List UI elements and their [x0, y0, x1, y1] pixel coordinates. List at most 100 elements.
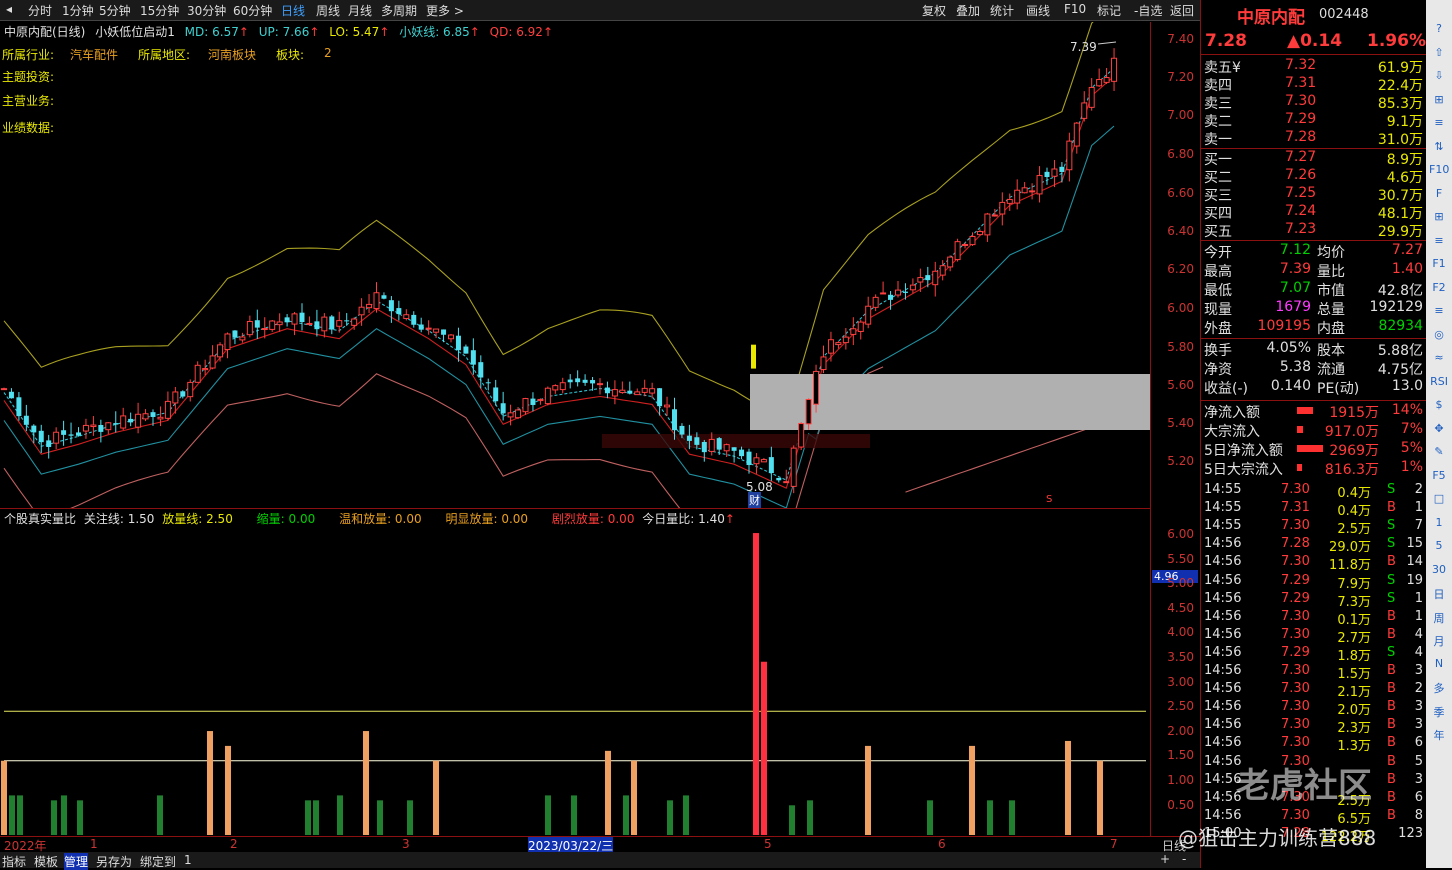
- toolbar-btn-6[interactable]: -自选: [1134, 2, 1162, 19]
- side-icon-7[interactable]: F: [1429, 187, 1449, 203]
- candle-body: [917, 277, 924, 283]
- sub-ytick: 5.00: [1167, 576, 1194, 591]
- side-icon-28[interactable]: 多: [1429, 680, 1449, 696]
- candle-body: [597, 383, 603, 386]
- side-icon-22[interactable]: 5: [1429, 539, 1449, 555]
- toolbar-btn-1[interactable]: 叠加: [956, 2, 980, 19]
- period-8[interactable]: 月线: [348, 2, 372, 19]
- period-4[interactable]: 30分钟: [187, 2, 226, 19]
- candle-body: [202, 368, 209, 371]
- candle-body: [1111, 57, 1118, 82]
- region-value[interactable]: 河南板块: [208, 46, 256, 63]
- period-3[interactable]: 15分钟: [140, 2, 179, 19]
- candle-body: [8, 391, 14, 399]
- stats2-l1: 收益(-): [1204, 381, 1248, 397]
- sub-indicator-name[interactable]: 个股真实量比: [4, 512, 76, 526]
- candle-body: [478, 362, 484, 378]
- side-icon-8[interactable]: ⊞: [1429, 210, 1449, 226]
- volume-ratio-bar: [51, 800, 57, 835]
- side-icon-15[interactable]: RSI: [1429, 375, 1449, 391]
- side-icon-29[interactable]: 季: [1429, 704, 1449, 720]
- trade-price: 7.29: [1281, 644, 1310, 660]
- side-icon-18[interactable]: ✎: [1429, 445, 1449, 461]
- board-value[interactable]: 2: [324, 46, 332, 60]
- md-value: MD: 6.57: [184, 25, 239, 39]
- period-1[interactable]: 1分钟: [62, 2, 94, 19]
- side-icon-11[interactable]: F2: [1429, 281, 1449, 297]
- bottom-tab-3[interactable]: 另存为: [96, 853, 132, 870]
- trade-row: 14:56 7.30 1.3万 B 6: [1201, 735, 1427, 754]
- side-icon-6[interactable]: F10: [1429, 163, 1449, 179]
- candle-body: [976, 231, 983, 236]
- toolbar-btn-3[interactable]: 画线: [1026, 2, 1050, 19]
- side-icon-10[interactable]: F1: [1429, 257, 1449, 273]
- bottom-tab-4[interactable]: 绑定到: [140, 853, 176, 870]
- period-0[interactable]: 分时: [28, 2, 52, 19]
- trade-vol: 1.5万: [1337, 667, 1371, 682]
- trade-side: S: [1387, 518, 1396, 534]
- bottom-tab-2[interactable]: 管理: [64, 853, 89, 870]
- side-icon-25[interactable]: 周: [1429, 610, 1449, 626]
- side-icon-26[interactable]: 月: [1429, 633, 1449, 649]
- candle-body: [500, 403, 506, 414]
- toolbar-btn-2[interactable]: 统计: [990, 2, 1014, 19]
- trade-time: 14:55: [1204, 500, 1242, 516]
- bottom-right-btn-1[interactable]: -: [1182, 852, 1186, 866]
- side-icon-30[interactable]: 年: [1429, 727, 1449, 743]
- candle-body: [716, 438, 722, 450]
- side-icon-21[interactable]: 1: [1429, 516, 1449, 532]
- side-icon-20[interactable]: □: [1429, 492, 1449, 508]
- side-icon-14[interactable]: ≈: [1429, 351, 1449, 367]
- volume-ratio-bar: [225, 745, 231, 835]
- bottom-tab-1[interactable]: 模板: [34, 853, 58, 870]
- side-icon-9[interactable]: ≡: [1429, 234, 1449, 250]
- side-icon-3[interactable]: ⊞: [1429, 93, 1449, 109]
- stats2-l2: 流通: [1317, 362, 1345, 378]
- stats-v1: 109195: [1257, 318, 1311, 334]
- side-icon-12[interactable]: ≡: [1429, 304, 1449, 320]
- indicator-name[interactable]: 小妖低位启动1: [95, 25, 175, 39]
- side-icon-23[interactable]: 30: [1429, 563, 1449, 579]
- side-icon-17[interactable]: ✥: [1429, 422, 1449, 438]
- industry-value[interactable]: 汽车配件: [70, 46, 118, 63]
- candle-body: [68, 434, 74, 436]
- volume-ratio-chart[interactable]: 个股真实量比 关注线: 1.50 放量线: 2.50 缩量: 0.00 温和放量…: [0, 508, 1151, 837]
- side-icon-13[interactable]: ◎: [1429, 328, 1449, 344]
- period-6[interactable]: 日线: [281, 2, 305, 19]
- side-icon-5[interactable]: ⇅: [1429, 140, 1449, 156]
- sub-ytick: 5.50: [1167, 551, 1194, 566]
- candle-body: [842, 336, 849, 344]
- flow-bar: [1297, 464, 1302, 471]
- candle-body: [999, 201, 1006, 215]
- sells-vol: 9.1万: [1386, 114, 1423, 130]
- invest-label: 主题投资:: [2, 70, 55, 84]
- sells-row: 卖一 7.28 31.0万: [1201, 129, 1427, 148]
- bottom-right-btn-0[interactable]: +: [1160, 852, 1170, 866]
- side-icon-16[interactable]: $: [1429, 398, 1449, 414]
- main-ytick: 6.60: [1167, 186, 1194, 200]
- side-icon-24[interactable]: 日: [1429, 586, 1449, 602]
- side-icon-4[interactable]: ≡: [1429, 116, 1449, 132]
- side-icon-0[interactable]: ?: [1429, 22, 1449, 38]
- bottom-tab-0[interactable]: 指标: [2, 853, 26, 870]
- period-9[interactable]: 多周期: [381, 2, 417, 19]
- side-icon-19[interactable]: F5: [1429, 469, 1449, 485]
- toolbar-btn-7[interactable]: 返回: [1170, 2, 1194, 19]
- bottom-tab-5[interactable]: 1: [184, 853, 192, 867]
- period-7[interactable]: 周线: [316, 2, 340, 19]
- trade-count: 1: [1414, 590, 1423, 606]
- candle-body: [790, 447, 797, 487]
- toolbar-btn-0[interactable]: 复权: [922, 2, 946, 19]
- side-icon-2[interactable]: ⇩: [1429, 69, 1449, 85]
- menu-arrow-icon[interactable]: ◂: [6, 2, 12, 16]
- side-icon-1[interactable]: ⇧: [1429, 46, 1449, 62]
- period-2[interactable]: 5分钟: [99, 2, 131, 19]
- lower-band-line-2: [905, 419, 1115, 493]
- side-icon-27[interactable]: N: [1429, 657, 1449, 673]
- period-5[interactable]: 60分钟: [233, 2, 272, 19]
- toolbar-btn-5[interactable]: 标记: [1097, 2, 1121, 19]
- finance-badge[interactable]: 财: [748, 492, 761, 508]
- toolbar-btn-4[interactable]: F10: [1064, 2, 1086, 16]
- kline-chart[interactable]: 中原内配(日线) 小妖低位启动1 MD: 6.57↑ UP: 7.66↑ LO:…: [0, 0, 1151, 543]
- period-10[interactable]: 更多 >: [426, 2, 464, 19]
